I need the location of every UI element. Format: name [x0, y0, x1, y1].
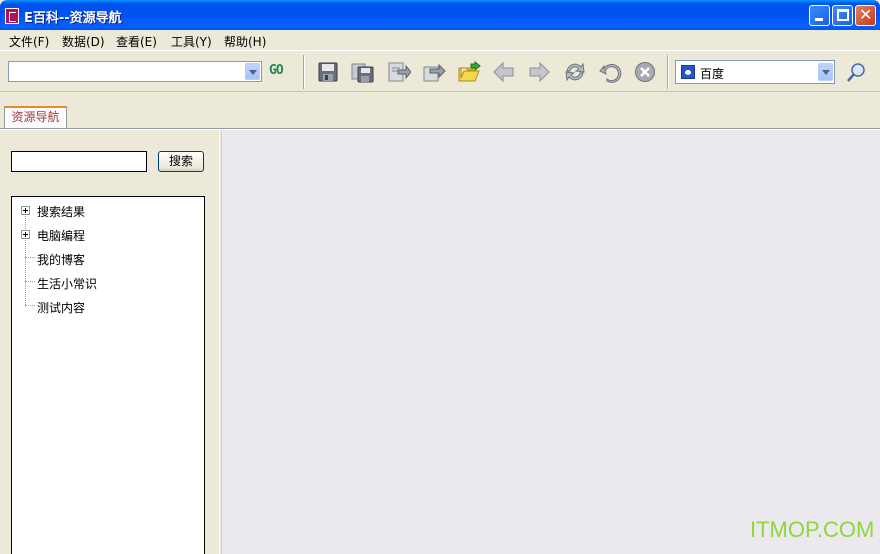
resource-tree[interactable]: 搜索结果 电脑编程 我的博客 生活小常识 测试内容 — [11, 196, 205, 554]
watermark: ITMOP.COM — [750, 517, 875, 542]
tree-node-label: 生活小常识 — [37, 277, 98, 291]
menu-data[interactable]: 数据(D) — [62, 33, 105, 50]
menu-help[interactable]: 帮助(H) — [224, 33, 266, 50]
tree-node-label: 搜索结果 — [37, 205, 86, 219]
save-as-icon[interactable] — [350, 59, 376, 85]
undo-icon[interactable] — [597, 59, 623, 85]
tree-connector — [25, 281, 35, 282]
search-button[interactable]: 搜索 — [158, 151, 204, 172]
tree-connector — [25, 257, 35, 258]
tree-node-label: 我的博客 — [37, 253, 86, 267]
tree-connector — [25, 211, 26, 305]
stop-icon[interactable] — [632, 59, 658, 85]
forward-arrow-icon[interactable] — [526, 59, 552, 85]
window-title: E百科--资源导航 — [24, 11, 122, 26]
minimize-icon — [815, 18, 823, 21]
tree-node-label: 测试内容 — [37, 301, 86, 315]
menu-view[interactable]: 查看(E) — [116, 33, 157, 50]
address-combo[interactable] — [8, 61, 262, 82]
magnifier-icon[interactable] — [843, 60, 869, 86]
expand-icon[interactable] — [21, 206, 30, 215]
chevron-down-icon[interactable] — [245, 63, 260, 80]
tab-resource-nav[interactable]: 资源导航 — [4, 106, 67, 128]
search-engine-label: 百度 — [700, 67, 725, 81]
tree-connector — [25, 305, 35, 306]
chevron-down-icon[interactable] — [818, 63, 833, 81]
tree-node-label: 电脑编程 — [37, 229, 86, 243]
baidu-paw-icon — [681, 65, 695, 79]
open-folder-icon[interactable] — [456, 59, 482, 85]
save-icon[interactable] — [315, 59, 341, 85]
menu-tools[interactable]: 工具(Y) — [171, 33, 212, 50]
maximize-button[interactable] — [832, 5, 853, 26]
title-bar: E百科--资源导航 ✕ — [0, 0, 880, 30]
toolbar-separator — [303, 55, 305, 89]
refresh-icon[interactable] — [562, 59, 588, 85]
export-icon[interactable] — [386, 59, 412, 85]
menu-file[interactable]: 文件(F) — [9, 33, 49, 50]
minimize-button[interactable] — [809, 5, 830, 26]
expand-icon[interactable] — [21, 230, 30, 239]
content-area[interactable] — [222, 130, 880, 554]
maximize-icon — [837, 9, 849, 21]
menu-bar: 文件(F) 数据(D) 查看(E) 工具(Y) 帮助(H) — [0, 30, 880, 50]
app-icon — [5, 8, 19, 24]
search-engine-select[interactable]: 百度 — [675, 60, 835, 84]
close-icon: ✕ — [859, 5, 873, 24]
go-button[interactable]: GO — [269, 62, 293, 80]
toolbar-separator — [667, 55, 669, 89]
back-arrow-icon[interactable] — [491, 59, 517, 85]
search-input[interactable] — [11, 151, 147, 172]
forward-doc-icon[interactable] — [421, 59, 447, 85]
close-button[interactable]: ✕ — [855, 5, 876, 26]
